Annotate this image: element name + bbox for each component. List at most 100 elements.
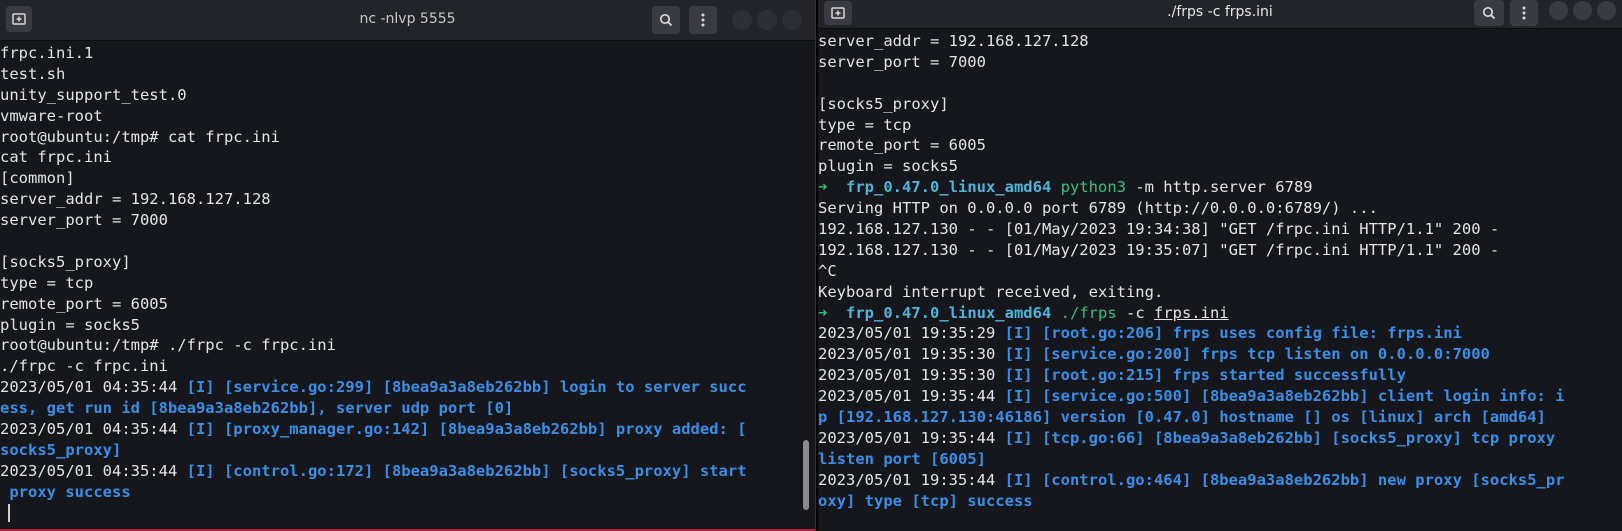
- terminal-text: server_port = 7000: [818, 52, 986, 71]
- terminal-text: socks5_proxy]: [0, 440, 122, 459]
- search-icon: [659, 13, 673, 27]
- terminal-text: 2023/05/01 19:35:29: [818, 324, 1005, 343]
- terminal-text: 2023/05/01 19:35:30: [818, 366, 1005, 385]
- terminal-output[interactable]: frpc.ini.1 test.sh unity_support_test.0vmw…: [0, 43, 815, 531]
- terminal-line: root@ubuntu:/tmp# cat frpc.ini: [0, 127, 815, 148]
- terminal-text: frps.ini: [1153, 303, 1229, 322]
- search-button[interactable]: [1474, 0, 1504, 26]
- menu-button[interactable]: [1510, 0, 1538, 26]
- terminal-text: 2023/05/01 19:35:44: [818, 428, 1005, 447]
- terminal-line: server_addr = 192.168.127.128: [0, 189, 815, 210]
- terminal-text: Serving HTTP on 0.0.0.0 port 6789 (http:…: [818, 199, 1378, 218]
- terminal-text: frpc.ini.1: [0, 44, 94, 62]
- text-cursor: [8, 504, 10, 523]
- terminal-text: unity_support_test.0: [0, 85, 187, 104]
- terminal-line: server_port = 7000: [0, 210, 815, 231]
- terminal-text: 2023/05/01 04:35:44: [0, 420, 187, 439]
- terminal-output[interactable]: server_addr = 192.168.127.128 server_port…: [818, 31, 1622, 531]
- terminal-line: remote_port = 6005: [818, 135, 1622, 156]
- terminal-line: cat frpc.ini: [0, 147, 815, 168]
- terminal-text: type = tcp: [0, 273, 94, 292]
- close-button[interactable]: [1597, 1, 1616, 20]
- terminal-line: 2023/05/01 04:35:44 [I] [proxy_manager.g…: [0, 419, 815, 440]
- terminal-text: [common]: [0, 169, 75, 188]
- terminal-line: 2023/05/01 04:35:44 [I] [control.go:172]…: [0, 461, 815, 482]
- terminal-text: [I] [root.go:215] frps started successfu…: [1004, 366, 1406, 385]
- terminal-line: server_addr = 192.168.127.128: [818, 31, 1622, 52]
- terminal-text: [I] [tcp.go:66] [8bea9a3a8eb262bb] [sock…: [1004, 428, 1556, 447]
- terminal-line: test.sh: [0, 64, 815, 85]
- terminal-line: 192.168.127.130 - - [01/May/2023 19:34:3…: [818, 219, 1622, 240]
- terminal-text: listen port [6005]: [818, 449, 986, 468]
- terminal-text: cat frpc.ini: [0, 148, 112, 167]
- terminal-text: server_port = 7000: [0, 211, 168, 230]
- terminal-line: Serving HTTP on 0.0.0.0 port 6789 (http:…: [818, 198, 1622, 219]
- terminal-text: [I] [proxy_manager.go:142] [8bea9a3a8eb2…: [186, 420, 747, 439]
- terminal-line: 2023/05/01 19:35:30 [I] [root.go:215] fr…: [818, 365, 1622, 386]
- maximize-button[interactable]: [757, 10, 777, 30]
- terminal-line: [common]: [0, 168, 815, 189]
- terminal-text: frp_0.47.0_linux_amd64: [846, 178, 1052, 197]
- terminal-text: root@ubuntu:/tmp# ./frpc -c frpc.ini: [0, 336, 336, 355]
- maximize-button[interactable]: [1573, 1, 1592, 20]
- terminal-line: Keyboard interrupt received, exiting.: [818, 282, 1622, 303]
- terminal-line: unity_support_test.0: [0, 85, 815, 106]
- terminal-text: remote_port = 6005: [0, 294, 168, 313]
- terminal-line: 2023/05/01 19:35:29 [I] [root.go:206] fr…: [818, 323, 1622, 344]
- menu-button[interactable]: [689, 6, 717, 34]
- terminal-text: remote_port = 6005: [818, 136, 986, 155]
- terminal-line: ➜ frp_0.47.0_linux_amd64 ./frps -c frps.…: [818, 303, 1622, 324]
- terminal-text: [I] [service.go:299] [8bea9a3a8eb262bb] …: [186, 378, 747, 397]
- terminal-text: frp_0.47.0_linux_amd64: [846, 303, 1052, 322]
- terminal-line: server_port = 7000: [818, 52, 1622, 73]
- terminal-text: python3: [1060, 178, 1126, 197]
- titlebar: ./frps -c frps.ini: [818, 0, 1622, 29]
- terminal-text: 2023/05/01 19:35:44: [818, 387, 1005, 406]
- terminal-text: [I] [service.go:200] frps tcp listen on …: [1004, 345, 1490, 364]
- terminal-text: oxy] type [tcp] success: [818, 491, 1033, 510]
- terminal-text: 2023/05/01 19:35:44: [818, 470, 1005, 489]
- terminal-text: ➜: [818, 303, 846, 322]
- minimize-button[interactable]: [732, 10, 752, 30]
- terminal-text: proxy success: [0, 482, 131, 501]
- terminal-text: 192.168.127.130 - - [01/May/2023 19:34:3…: [818, 220, 1500, 239]
- titlebar: nc -nlvp 5555: [0, 0, 815, 41]
- terminal-text: root@ubuntu:/tmp# cat frpc.ini: [0, 127, 280, 146]
- terminal-line: socks5_proxy]: [0, 440, 815, 461]
- terminal-line: remote_port = 6005: [0, 294, 815, 315]
- terminal-line: type = tcp: [818, 115, 1622, 136]
- terminal-window-left: nc -nlvp 5555 frpc.ini.1 test.sh unity_sup…: [0, 0, 816, 531]
- scrollbar[interactable]: [803, 440, 809, 510]
- terminal-line: ^C: [818, 261, 1622, 282]
- terminal-line: ./frpc -c frpc.ini: [0, 356, 815, 377]
- terminal-text: [socks5_proxy]: [0, 252, 131, 271]
- terminal-window-right: ./frps -c frps.ini server_addr = 192.168…: [818, 0, 1622, 531]
- terminal-line: 2023/05/01 19:35:44 [I] [control.go:464]…: [818, 470, 1622, 491]
- search-button[interactable]: [652, 6, 680, 34]
- terminal-text: server_addr = 192.168.127.128: [818, 32, 1089, 50]
- terminal-text: 2023/05/01 04:35:44: [0, 378, 187, 397]
- terminal-text: plugin = socks5: [818, 157, 958, 176]
- terminal-line: plugin = socks5: [0, 315, 815, 336]
- terminal-line: type = tcp: [0, 273, 815, 294]
- terminal-line: 2023/05/01 19:35:44 [I] [service.go:500]…: [818, 386, 1622, 407]
- kebab-menu-icon: [701, 13, 705, 27]
- minimize-button[interactable]: [1549, 1, 1568, 20]
- terminal-line: [socks5_proxy]: [0, 252, 815, 273]
- terminal-line: plugin = socks5: [818, 156, 1622, 177]
- terminal-text: Keyboard interrupt received, exiting.: [818, 282, 1164, 301]
- terminal-text: ./frps: [1060, 303, 1117, 322]
- terminal-text: vmware-root: [0, 106, 103, 125]
- terminal-line: ➜ frp_0.47.0_linux_amd64 python3 -m http…: [818, 177, 1622, 198]
- terminal-text: server_addr = 192.168.127.128: [0, 190, 271, 209]
- terminal-line: proxy success: [0, 482, 815, 503]
- terminal-text: [I] [control.go:172] [8bea9a3a8eb262bb] …: [186, 461, 747, 480]
- terminal-text: [I] [root.go:206] frps uses config file:…: [1004, 324, 1462, 343]
- terminal-line: listen port [6005]: [818, 449, 1622, 470]
- terminal-text: ^C: [818, 261, 837, 280]
- terminal-line: 2023/05/01 04:35:44 [I] [service.go:299]…: [0, 377, 815, 398]
- terminal-text: test.sh: [0, 64, 66, 83]
- terminal-line: p [192.168.127.130:46186] version [0.47.…: [818, 407, 1622, 428]
- close-button[interactable]: [782, 10, 802, 30]
